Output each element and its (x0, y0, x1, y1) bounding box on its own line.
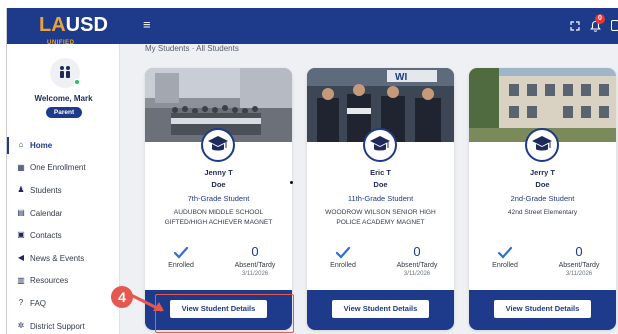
student-first-name: Jerry T (529, 168, 556, 177)
school-line-1: AUDUBON MIDDLE SCHOOL (173, 209, 264, 216)
absent-label: Absent/Tardy (558, 262, 600, 269)
sidebar-item-faq[interactable]: ? FAQ (7, 292, 120, 315)
school-line-1: WOODROW WILSON SENIOR HIGH (325, 209, 436, 216)
card-footer: View Student Details (307, 290, 454, 330)
student-school: AUDUBON MIDDLE SCHOOL GIFTED/HIGH ACHIEV… (153, 208, 284, 228)
school-line-2: GIFTED/HIGH ACHIEVER MAGNET (164, 219, 273, 226)
graduation-cap-icon (201, 128, 235, 162)
absent-count: 0 (575, 244, 583, 259)
enrolled-status: Enrolled (168, 262, 194, 269)
top-bar: LAUSD UNIFIED ≡ 0 (7, 8, 618, 46)
sidebar-item-label: Resources (30, 276, 69, 286)
graduation-cap-icon (525, 128, 559, 162)
family-icon (57, 65, 73, 82)
absent-label: Absent/Tardy (396, 262, 438, 269)
avatar[interactable] (50, 58, 80, 88)
home-icon: ⌂ (18, 140, 24, 149)
students-icon: ♟ (17, 185, 25, 195)
student-first-name: Jenny T (204, 168, 233, 177)
calendar-icon: ▤ (17, 207, 25, 217)
absent-date: 3/11/2026 (565, 271, 593, 277)
menu-icon[interactable]: ≡ (143, 18, 151, 31)
absent-date: 3/11/2026 (241, 271, 269, 277)
tutorial-arrow-icon (127, 292, 164, 312)
breadcrumb: My Students · All Students (145, 44, 239, 53)
view-student-details-button[interactable]: View Student Details (332, 300, 429, 318)
student-card: Jenny T Doe 7th-Grade Student AUDUBON MI… (145, 68, 292, 330)
sidebar-item-label: Contacts (30, 231, 62, 241)
bell-icon[interactable]: 0 (590, 13, 605, 35)
student-last-name: Doe (211, 180, 226, 189)
school-line-1: 42nd Street Elementary (507, 209, 578, 216)
absent-count: 0 (251, 244, 259, 259)
student-grade: 7th-Grade Student (187, 194, 250, 203)
checkmark-icon (497, 246, 513, 260)
student-last-name: Doe (373, 180, 388, 189)
student-school: WOODROW WILSON SENIOR HIGH POLICE ACADEM… (315, 208, 446, 228)
welcome-text: Welcome, Mark (34, 94, 93, 103)
sidebar-item-label: FAQ (30, 298, 47, 308)
support-icon: ✲ (17, 320, 25, 330)
graduation-cap-icon (363, 128, 397, 162)
sidebar-item-news-events[interactable]: ◀ News & Events (7, 247, 120, 270)
sidebar: Welcome, Mark Parent ⌂ Home ▦ One Enroll… (7, 44, 120, 334)
view-student-details-button[interactable]: View Student Details (494, 300, 591, 318)
student-grade: 11th-Grade Student (347, 194, 414, 203)
absent-date: 3/11/2026 (403, 271, 431, 277)
student-school: 42nd Street Elementary (477, 208, 608, 218)
sidebar-item-home[interactable]: ⌂ Home (7, 134, 120, 157)
sidebar-item-resources[interactable]: ▥ Resources (7, 270, 120, 293)
top-icons: 0 (570, 13, 618, 35)
checkmark-icon (173, 246, 189, 260)
enrolled-status: Enrolled (330, 262, 356, 269)
tutorial-highlight-box (155, 294, 294, 333)
tutorial-step-badge: 4 (111, 286, 133, 308)
sidebar-item-contacts[interactable]: ▣ Contacts (7, 224, 120, 247)
cursor-dot (290, 181, 293, 184)
app-window: LAUSD UNIFIED ≡ 0 Welcome, Mark Parent ⌂… (6, 8, 618, 334)
resources-icon: ▥ (17, 275, 25, 285)
student-last-name: Doe (535, 180, 550, 189)
sidebar-item-district-support[interactable]: ✲ District Support (7, 315, 120, 334)
sidebar-item-students[interactable]: ♟ Students (7, 179, 120, 202)
online-status-dot (74, 79, 80, 85)
student-grade: 2nd-Grade Student (510, 194, 575, 203)
sidebar-item-label: Calendar (30, 208, 63, 218)
sidebar-item-label: Students (30, 185, 62, 195)
school-line-2: POLICE ACADEMY MAGNET (336, 219, 425, 226)
absent-label: Absent/Tardy (234, 262, 276, 269)
checkmark-icon (335, 246, 351, 260)
svg-text:WI: WI (395, 72, 407, 83)
student-card: WI Eric T Doe 11th-Grade Student WOODROW… (307, 68, 454, 330)
student-card: Jerry T Doe 2nd-Grade Student 42nd Stree… (469, 68, 616, 330)
megaphone-icon: ◀ (17, 252, 25, 262)
sidebar-item-calendar[interactable]: ▤ Calendar (7, 202, 120, 225)
expand-icon[interactable] (570, 20, 580, 34)
sidebar-item-label: One Enrollment (30, 163, 86, 173)
enrolled-status: Enrolled (492, 262, 518, 269)
notification-badge: 0 (595, 13, 605, 24)
sidebar-item-label: Home (30, 140, 53, 150)
card-footer: View Student Details (469, 290, 616, 330)
sidebar-item-label: News & Events (30, 253, 85, 263)
sidebar-nav: ⌂ Home ▦ One Enrollment ♟ Students ▤ Cal… (7, 134, 120, 334)
enrollment-icon: ▦ (17, 162, 25, 172)
lausd-logo[interactable]: LAUSD UNIFIED (39, 15, 108, 46)
absent-count: 0 (413, 244, 421, 259)
student-first-name: Eric T (370, 168, 391, 177)
contacts-icon: ▣ (17, 230, 25, 240)
faq-icon: ? (18, 298, 24, 308)
sidebar-item-label: District Support (30, 321, 85, 331)
profile-icon[interactable] (611, 20, 618, 34)
role-badge: Parent (46, 107, 82, 118)
sidebar-item-one-enrollment[interactable]: ▦ One Enrollment (7, 157, 120, 180)
